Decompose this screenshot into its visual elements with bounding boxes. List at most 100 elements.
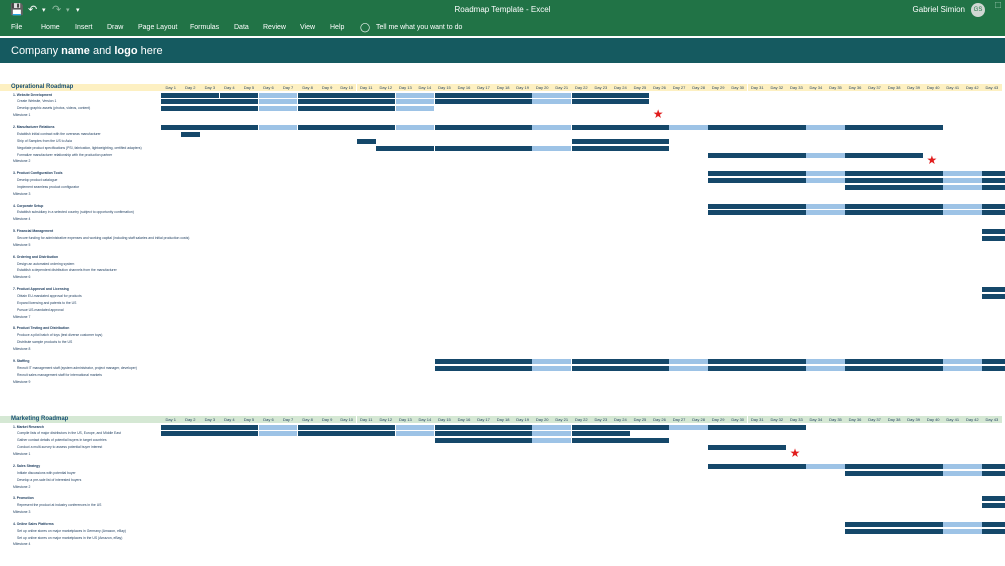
task-label[interactable]: Formalize manufacturer relationship with…: [17, 153, 112, 158]
category-label[interactable]: 1. Website Development: [13, 93, 52, 98]
milestone-label[interactable]: Milestone 3: [13, 510, 30, 515]
gantt-bar[interactable]: [845, 358, 943, 364]
gantt-bar[interactable]: [708, 171, 806, 177]
gantt-bar[interactable]: [982, 229, 1005, 235]
gantt-bar[interactable]: [982, 184, 1005, 190]
gantt-bar[interactable]: [982, 365, 1005, 371]
gantt-bar[interactable]: [845, 178, 943, 184]
category-label[interactable]: 3. Promotion: [13, 496, 34, 501]
milestone-star-icon[interactable]: ★: [926, 154, 937, 166]
gantt-bar[interactable]: [982, 463, 1005, 469]
gantt-bar[interactable]: [845, 124, 943, 130]
milestone-label[interactable]: Milestone 7: [13, 315, 30, 320]
task-label[interactable]: Develop a pre-sale list of interested bu…: [17, 478, 81, 483]
gantt-bar[interactable]: [297, 424, 396, 430]
gantt-bar[interactable]: [161, 124, 259, 130]
tab-view[interactable]: View: [300, 24, 315, 31]
gantt-bar[interactable]: [708, 124, 806, 130]
user-name[interactable]: Gabriel Simion: [913, 5, 965, 14]
task-label[interactable]: Develop product catalogue: [17, 178, 57, 183]
gantt-bar[interactable]: [708, 445, 787, 451]
task-label[interactable]: Compile lists of major distributors in t…: [17, 431, 121, 436]
avatar[interactable]: GS: [971, 3, 985, 17]
gantt-bar[interactable]: [982, 496, 1005, 502]
tab-page-layout[interactable]: Page Layout: [138, 24, 177, 31]
task-label[interactable]: Gather contact details of potential buye…: [17, 438, 107, 443]
gantt-bar[interactable]: [356, 138, 376, 144]
gantt-bar[interactable]: [532, 424, 572, 430]
task-label[interactable]: Expand licensing and patents to the US: [17, 301, 76, 306]
gantt-bar[interactable]: [845, 528, 943, 534]
category-label[interactable]: 2. Sales Strategy: [13, 464, 40, 469]
milestone-label[interactable]: Milestone 5: [13, 243, 30, 248]
gantt-bar[interactable]: [669, 424, 708, 430]
ribbon-display-icon[interactable]: □: [995, 0, 1005, 20]
gantt-bar[interactable]: [571, 424, 669, 430]
gantt-bar[interactable]: [806, 365, 845, 371]
gantt-bar[interactable]: [395, 99, 435, 105]
gantt-bar[interactable]: [943, 463, 982, 469]
gantt-bar[interactable]: [982, 470, 1005, 476]
gantt-bar[interactable]: [376, 145, 435, 151]
gantt-bar[interactable]: [845, 171, 943, 177]
gantt-bar[interactable]: [571, 138, 669, 144]
gantt-bar[interactable]: [571, 438, 669, 444]
milestone-star-icon[interactable]: ★: [790, 447, 801, 459]
gantt-bar[interactable]: [297, 99, 396, 105]
gantt-bar[interactable]: [434, 424, 532, 430]
gantt-bar[interactable]: [943, 178, 982, 184]
tab-formulas[interactable]: Formulas: [190, 24, 219, 31]
task-label[interactable]: Obtain EU-mandated approval for products: [17, 294, 82, 299]
gantt-bar[interactable]: [806, 358, 845, 364]
task-label[interactable]: Develop graphic assets (photos, videos, …: [17, 106, 90, 111]
category-label[interactable]: 2. Manufacturer Relations: [13, 125, 54, 130]
category-label[interactable]: 5. Financial Management: [13, 229, 53, 234]
gantt-bar[interactable]: [161, 106, 259, 112]
task-label[interactable]: Set up online stores on major marketplac…: [17, 536, 122, 541]
category-label[interactable]: 1. Market Research: [13, 425, 44, 430]
lightbulb-icon[interactable]: ◯: [360, 22, 370, 33]
gantt-bar[interactable]: [708, 178, 806, 184]
gantt-bar[interactable]: [806, 203, 845, 209]
milestone-label[interactable]: Milestone 4: [13, 217, 30, 222]
gantt-bar[interactable]: [532, 145, 572, 151]
gantt-bar[interactable]: [219, 92, 259, 98]
gantt-bar[interactable]: [434, 145, 532, 151]
gantt-bar[interactable]: [982, 203, 1005, 209]
gantt-bar[interactable]: [297, 431, 396, 437]
gantt-bar[interactable]: [258, 124, 298, 130]
task-label[interactable]: Design an automated ordering system: [17, 262, 74, 267]
gantt-bar[interactable]: [434, 431, 532, 437]
task-label[interactable]: Represent the product at industry confer…: [17, 503, 101, 508]
gantt-bar[interactable]: [806, 463, 845, 469]
milestone-label[interactable]: Milestone 3: [13, 192, 30, 197]
gantt-bar[interactable]: [708, 365, 806, 371]
gantt-bar[interactable]: [943, 203, 982, 209]
task-label[interactable]: Recruit sales management staff for inter…: [17, 373, 102, 378]
gantt-bar[interactable]: [982, 521, 1005, 527]
gantt-bar[interactable]: [532, 431, 572, 437]
gantt-bar[interactable]: [669, 365, 708, 371]
gantt-bar[interactable]: [982, 358, 1005, 364]
tab-data[interactable]: Data: [234, 24, 249, 31]
gantt-bar[interactable]: [845, 210, 943, 216]
milestone-label[interactable]: Milestone 1: [13, 452, 30, 457]
gantt-bar[interactable]: [943, 171, 982, 177]
gantt-bar[interactable]: [669, 124, 708, 130]
gantt-bar[interactable]: [845, 152, 923, 158]
gantt-bar[interactable]: [982, 236, 1005, 242]
gantt-bar[interactable]: [943, 210, 982, 216]
gantt-bar[interactable]: [845, 184, 943, 190]
task-label[interactable]: Set up online stores on major marketplac…: [17, 529, 126, 534]
gantt-bar[interactable]: [532, 358, 572, 364]
gantt-bar[interactable]: [258, 106, 298, 112]
task-label[interactable]: Establish initial contract with the over…: [17, 132, 101, 137]
category-label[interactable]: 3. Product Configuration Tools: [13, 171, 62, 176]
category-label[interactable]: 4. Corporate Setup: [13, 204, 43, 209]
tell-me-box[interactable]: Tell me what you want to do: [376, 24, 462, 31]
gantt-bar[interactable]: [161, 92, 220, 98]
gantt-bar[interactable]: [434, 92, 532, 98]
tab-help[interactable]: Help: [330, 24, 344, 31]
task-label[interactable]: Ship of Samples from the US to Asia: [17, 139, 72, 144]
task-label[interactable]: Recruit IT management staff (system admi…: [17, 366, 137, 371]
